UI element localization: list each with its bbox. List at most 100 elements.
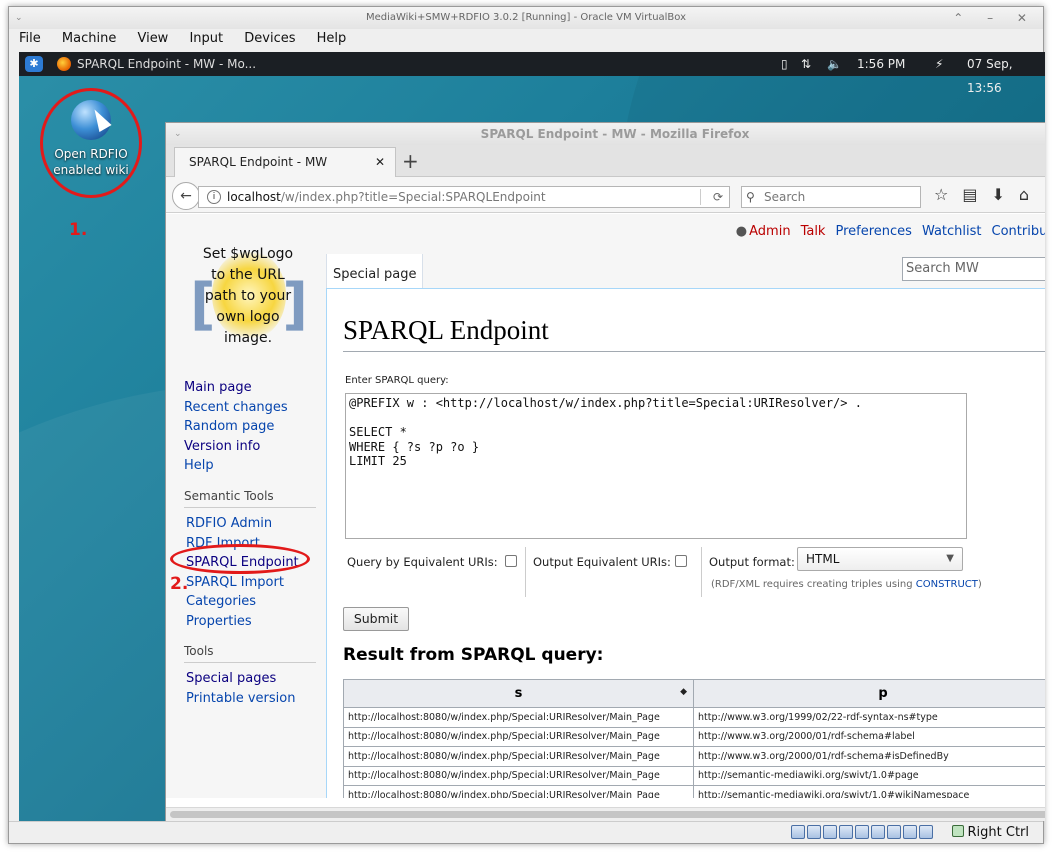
scrollbar-thumb[interactable] <box>170 811 1045 818</box>
personal-talk-link[interactable]: Talk <box>801 224 826 239</box>
network-adapter-icon[interactable] <box>839 825 853 839</box>
sparql-query-textarea[interactable] <box>345 393 967 539</box>
firefox-window-menu-icon[interactable]: ⌄ <box>174 123 182 145</box>
firefox-tab-strip: SPARQL Endpoint - MW ✕ + <box>166 145 1045 177</box>
home-icon[interactable]: ⌂ <box>1019 185 1043 204</box>
nav-categories[interactable]: Categories <box>184 592 316 612</box>
column-header-s[interactable]: s ◆ <box>343 679 694 708</box>
annotation-ellipse-1 <box>40 88 142 198</box>
personal-preferences-link[interactable]: Preferences <box>835 224 911 239</box>
submit-button[interactable]: Submit <box>343 607 409 631</box>
optical-drive-icon[interactable] <box>807 825 821 839</box>
output-equiv-checkbox[interactable] <box>675 555 687 567</box>
reload-icon[interactable]: ⟳ <box>713 187 723 207</box>
table-row: http://localhost:8080/w/index.php/Specia… <box>343 726 1045 747</box>
network-icon[interactable]: ⇅ <box>801 52 811 76</box>
menu-file[interactable]: File <box>9 29 49 49</box>
cell-s: http://localhost:8080/w/index.php/Specia… <box>343 765 694 786</box>
nav-properties[interactable]: Properties <box>184 612 316 632</box>
back-icon[interactable]: ← <box>172 182 200 210</box>
query-label: Enter SPARQL query: <box>345 375 449 386</box>
column-header-p[interactable]: p <box>693 679 1045 708</box>
menu-input[interactable]: Input <box>180 29 231 49</box>
horizontal-scrollbar[interactable] <box>166 807 1045 821</box>
title-divider <box>343 351 1045 352</box>
firefox-search-input[interactable]: ⚲ Search <box>741 186 921 208</box>
taskbar-label: SPARQL Endpoint - MW - Mo... <box>77 57 257 71</box>
nav-help[interactable]: Help <box>184 456 316 476</box>
nav-version-info[interactable]: Version info <box>184 437 316 457</box>
nav-random-page[interactable]: Random page <box>184 417 316 437</box>
mouse-integration-icon[interactable] <box>951 825 964 837</box>
result-heading: Result from SPARQL query: <box>343 645 604 665</box>
vbox-window-controls[interactable]: ⌃ – ✕ <box>953 7 1037 29</box>
tools-heading: Tools <box>184 644 316 663</box>
toolbar-icons: ☆▤⬇⌂ <box>934 185 1043 204</box>
display-icon[interactable] <box>887 825 901 839</box>
tab-special-page[interactable]: Special page <box>326 254 424 288</box>
table-row: http://localhost:8080/w/index.php/Specia… <box>343 746 1045 767</box>
wiki-search-input[interactable]: Search MW <box>902 257 1045 281</box>
personal-watchlist-link[interactable]: Watchlist <box>922 224 982 239</box>
nav-printable-version[interactable]: Printable version <box>184 689 316 709</box>
reading-list-icon[interactable]: ▤ <box>962 185 991 204</box>
annotation-ellipse-2 <box>170 544 310 574</box>
menu-view[interactable]: View <box>128 29 176 49</box>
tab-sparql-endpoint[interactable]: SPARQL Endpoint - MW ✕ <box>174 147 396 177</box>
wiki-logo[interactable]: [ ] Set $wgLogo to the URL path to your … <box>184 244 312 354</box>
cell-p: http://www.w3.org/1999/02/22-rdf-syntax-… <box>693 707 1045 728</box>
usb-icon[interactable] <box>855 825 869 839</box>
personal-tools: ●Admin Talk Preferences Watchlist Contributi… <box>726 224 1045 239</box>
option-divider <box>525 547 526 597</box>
personal-user-link[interactable]: Admin <box>749 224 790 239</box>
search-icon: ⚲ <box>746 190 755 204</box>
nav-special-pages[interactable]: Special pages <box>184 669 316 689</box>
url-separator <box>700 189 701 205</box>
nav-recent-changes[interactable]: Recent changes <box>184 398 316 418</box>
column-s-label: s <box>514 686 523 701</box>
sort-icon[interactable]: ◆ <box>680 687 687 697</box>
output-format-select[interactable]: HTML ▼ <box>797 547 963 571</box>
logo-line: own logo <box>216 309 280 325</box>
note-prefix: (RDF/XML requires creating triples using <box>711 579 916 590</box>
battery-icon[interactable]: ▯ <box>781 52 788 76</box>
cell-p: http://www.w3.org/2000/01/rdf-schema#isD… <box>693 746 1045 767</box>
cell-s: http://localhost:8080/w/index.php/Specia… <box>343 785 694 798</box>
menu-devices[interactable]: Devices <box>235 29 303 49</box>
cpu-icon[interactable] <box>919 825 933 839</box>
menu-help[interactable]: Help <box>308 29 355 49</box>
menu-machine[interactable]: Machine <box>53 29 124 49</box>
vbox-device-icons <box>789 825 933 843</box>
url-host: localhost <box>227 190 281 204</box>
panel-clock[interactable]: 1:56 PM <box>857 52 905 76</box>
bookmark-star-icon[interactable]: ☆ <box>934 185 962 204</box>
construct-link[interactable]: CONSTRUCT <box>916 579 978 590</box>
query-equiv-checkbox[interactable] <box>505 555 517 567</box>
downloads-icon[interactable]: ⬇ <box>991 185 1018 204</box>
wiki-page: ●Admin Talk Preferences Watchlist Contributi… <box>166 214 1045 798</box>
nav-rdfio-admin[interactable]: RDFIO Admin <box>184 514 316 534</box>
logo-text: Set $wgLogo to the URL path to your own … <box>184 244 312 349</box>
vbox-menu-chevron-icon[interactable]: ⌄ <box>15 7 23 29</box>
volume-icon[interactable]: 🔈 <box>827 52 842 76</box>
shared-folder-icon[interactable] <box>871 825 885 839</box>
guest-desktop: ✱ SPARQL Endpoint - MW - Mo... ▯ ⇅ 🔈 1:5… <box>19 52 1045 821</box>
power-icon[interactable]: ⚡ <box>935 52 943 76</box>
logo-line: to the URL <box>211 267 285 283</box>
recording-icon[interactable] <box>903 825 917 839</box>
host-key-label: Right Ctrl <box>967 825 1030 840</box>
audio-icon[interactable] <box>823 825 837 839</box>
info-icon[interactable]: i <box>207 190 221 204</box>
panel-date[interactable]: 07 Sep, 13:56 <box>967 52 1045 100</box>
personal-contributions-link[interactable]: Contributio <box>992 224 1045 239</box>
new-tab-icon[interactable]: + <box>402 147 419 175</box>
close-tab-icon[interactable]: ✕ <box>375 148 385 176</box>
url-bar[interactable]: i localhost/w/index.php?title=Special:SPA… <box>198 186 730 208</box>
hard-disk-icon[interactable] <box>791 825 805 839</box>
xfce-menu-icon[interactable]: ✱ <box>25 56 43 72</box>
nav-main-page[interactable]: Main page <box>184 378 316 398</box>
taskbar-firefox-item[interactable]: SPARQL Endpoint - MW - Mo... <box>53 52 263 76</box>
nav-sparql-import[interactable]: SPARQL Import <box>184 573 316 593</box>
url-path: /w/index.php?title=Special:SPARQLEndpoin… <box>280 190 546 204</box>
table-row: http://localhost:8080/w/index.php/Specia… <box>343 765 1045 786</box>
